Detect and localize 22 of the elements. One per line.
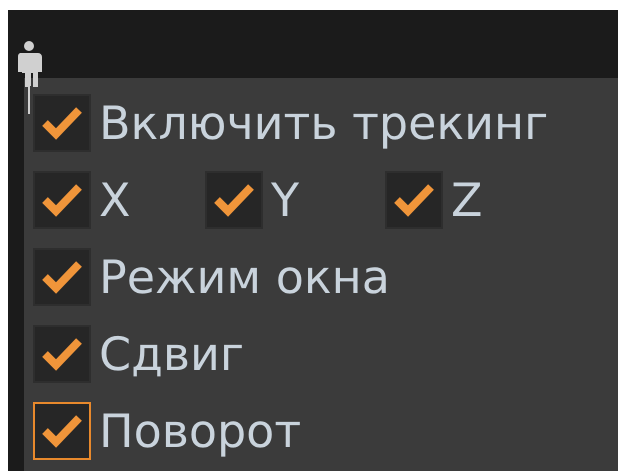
checkbox-label: Включить трекинг [99,96,548,150]
checkbox-label: Поворот [99,404,302,458]
check-icon [394,182,434,216]
check-icon [42,414,82,448]
checkbox[interactable] [33,94,91,152]
checkbox[interactable] [33,170,91,228]
person-icon [16,40,44,116]
checkbox-label: X [99,172,131,226]
checkbox-label: Режим окна [99,250,390,304]
check-icon [42,336,82,370]
checkbox-label: Y [271,172,300,226]
check-icon [42,106,82,140]
checkbox[interactable] [33,248,91,306]
checkbox[interactable] [33,324,91,382]
checkbox[interactable] [205,170,263,228]
check-icon [42,260,82,294]
checkbox[interactable] [33,402,91,460]
checkbox[interactable] [385,170,443,228]
check-icon [214,182,254,216]
check-icon [42,182,82,216]
checkbox-label: Z [451,172,483,226]
checkbox-label: Сдвиг [99,326,244,380]
